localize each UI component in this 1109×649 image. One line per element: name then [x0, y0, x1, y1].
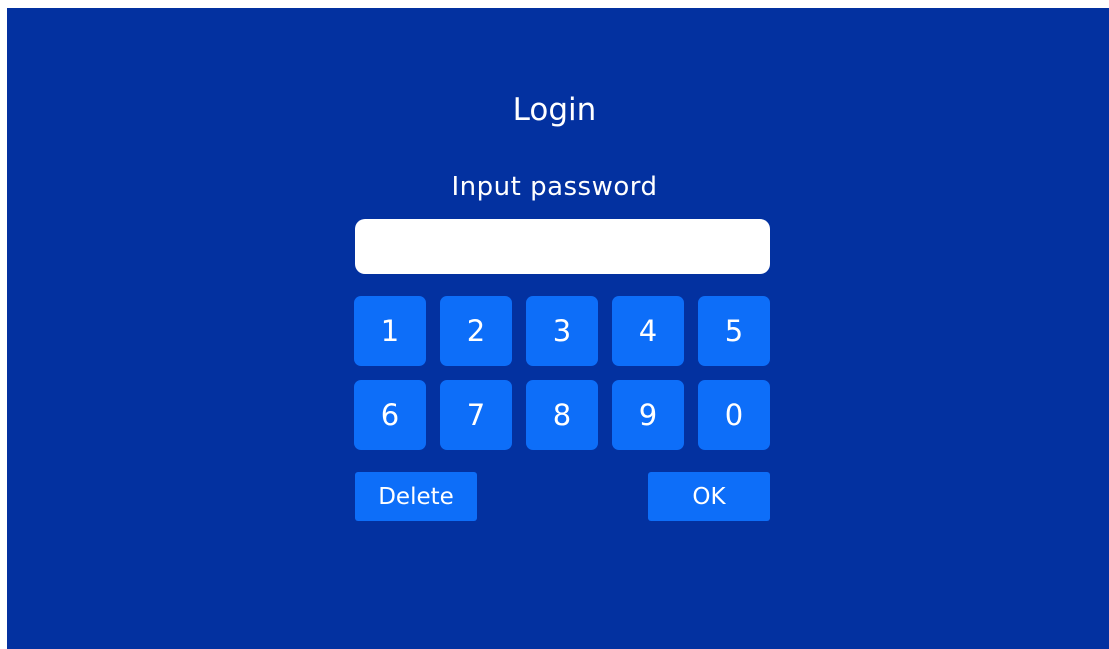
- key-5-button[interactable]: 5: [698, 296, 770, 366]
- key-8-button[interactable]: 8: [526, 380, 598, 450]
- password-prompt: Input password: [451, 172, 658, 202]
- key-3-button[interactable]: 3: [526, 296, 598, 366]
- ok-button[interactable]: OK: [648, 472, 770, 521]
- numeric-keypad: 1 2 3 4 5 6 7 8 9 0: [354, 296, 770, 450]
- key-4-button[interactable]: 4: [612, 296, 684, 366]
- key-6-button[interactable]: 6: [354, 380, 426, 450]
- page-title: Login: [512, 92, 597, 128]
- delete-button[interactable]: Delete: [355, 472, 477, 521]
- password-input[interactable]: [355, 219, 770, 274]
- key-1-button[interactable]: 1: [354, 296, 426, 366]
- key-9-button[interactable]: 9: [612, 380, 684, 450]
- key-0-button[interactable]: 0: [698, 380, 770, 450]
- key-7-button[interactable]: 7: [440, 380, 512, 450]
- key-2-button[interactable]: 2: [440, 296, 512, 366]
